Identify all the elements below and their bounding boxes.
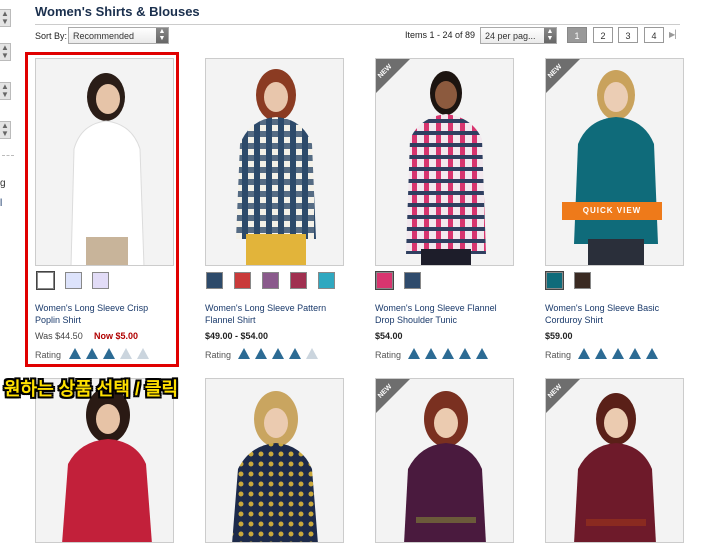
product-price: $54.00 <box>375 331 403 341</box>
product-name-link[interactable]: Women's Long Sleeve Basic Corduroy Shirt <box>545 302 685 326</box>
rating-label: Rating <box>545 350 572 360</box>
divider <box>2 155 14 156</box>
scroll-arrow-icon[interactable]: ▲ ▼ <box>0 121 11 139</box>
sidebar-text[interactable]: g <box>0 178 6 189</box>
chevron-updown-icon: ▲ ▼ <box>544 28 556 43</box>
product-image[interactable] <box>205 58 344 266</box>
color-swatch[interactable] <box>262 272 279 289</box>
sailboat-icon <box>612 348 624 359</box>
sailboat-icon <box>476 348 488 359</box>
rating-label: Rating <box>375 350 402 360</box>
sailboat-icon <box>459 348 471 359</box>
scroll-arrow-icon[interactable]: ▲ ▼ <box>0 43 11 61</box>
color-swatch[interactable] <box>404 272 421 289</box>
rating-label: Rating <box>205 350 232 360</box>
chevron-updown-icon: ▲ ▼ <box>156 28 168 43</box>
sailboat-icon <box>595 348 607 359</box>
page-title: Women's Shirts & Blouses <box>35 4 200 19</box>
sailboat-icon <box>578 348 590 359</box>
page-link-2[interactable]: 2 <box>593 27 613 43</box>
product-image[interactable]: NEW <box>375 58 514 266</box>
color-swatch[interactable] <box>375 271 394 290</box>
sailboat-icon <box>646 348 658 359</box>
sailboat-icon <box>255 348 267 359</box>
page-link-1[interactable]: 1 <box>567 27 587 43</box>
selection-highlight-box <box>25 52 179 367</box>
product-name-link[interactable]: Women's Long Sleeve Flannel Drop Shoulde… <box>375 302 515 326</box>
sailboat-icon <box>272 348 284 359</box>
color-swatch[interactable] <box>318 272 335 289</box>
scroll-arrow-icon[interactable]: ▲ ▼ <box>0 82 11 100</box>
next-page-icon[interactable]: ▶▏ <box>669 30 681 39</box>
product-price: $59.00 <box>545 331 573 341</box>
rating-stars <box>238 348 323 360</box>
sidebar-text[interactable]: l <box>0 198 2 209</box>
scroll-arrow-icon[interactable]: ▲ ▼ <box>0 9 11 27</box>
model-photo <box>36 379 173 542</box>
model-photo <box>206 59 343 265</box>
product-image[interactable]: NEW <box>375 378 514 543</box>
sort-select[interactable]: Recommended ▲ ▼ <box>68 27 169 44</box>
sailboat-icon <box>238 348 250 359</box>
product-image[interactable] <box>205 378 344 543</box>
color-swatch[interactable] <box>545 271 564 290</box>
color-swatch[interactable] <box>234 272 251 289</box>
product-name-link[interactable]: Women's Long Sleeve Pattern Flannel Shir… <box>205 302 345 326</box>
rating-stars <box>408 348 493 360</box>
product-image[interactable] <box>35 378 174 543</box>
model-photo <box>206 379 343 542</box>
per-page-value: 24 per pag... <box>485 31 536 41</box>
quick-view-button[interactable]: QUICK VIEW <box>562 202 662 220</box>
sailboat-icon <box>306 348 318 359</box>
page-link-3[interactable]: 3 <box>618 27 638 43</box>
product-image[interactable]: NEW <box>545 58 684 266</box>
product-image[interactable]: NEW <box>545 378 684 543</box>
sailboat-icon <box>408 348 420 359</box>
sort-select-value: Recommended <box>73 31 135 41</box>
color-swatch[interactable] <box>206 272 223 289</box>
divider <box>35 24 680 25</box>
per-page-select[interactable]: 24 per pag... ▲ ▼ <box>480 27 557 44</box>
annotation-caption: 원하는 상품 선택 / 클릭 <box>4 379 179 399</box>
product-price: $49.00 - $54.00 <box>205 331 269 341</box>
sailboat-icon <box>629 348 641 359</box>
page-link-4[interactable]: 4 <box>644 27 664 43</box>
items-count: Items 1 - 24 of 89 <box>405 30 476 40</box>
sailboat-icon <box>425 348 437 359</box>
sailboat-icon <box>289 348 301 359</box>
rating-stars <box>578 348 663 360</box>
sort-by-label: Sort By: <box>35 31 68 41</box>
sailboat-icon <box>442 348 454 359</box>
color-swatch[interactable] <box>574 272 591 289</box>
left-sidebar-edge: ▲ ▼ ▲ ▼ ▲ ▼ ▲ ▼ g l <box>0 0 22 540</box>
color-swatch[interactable] <box>290 272 307 289</box>
